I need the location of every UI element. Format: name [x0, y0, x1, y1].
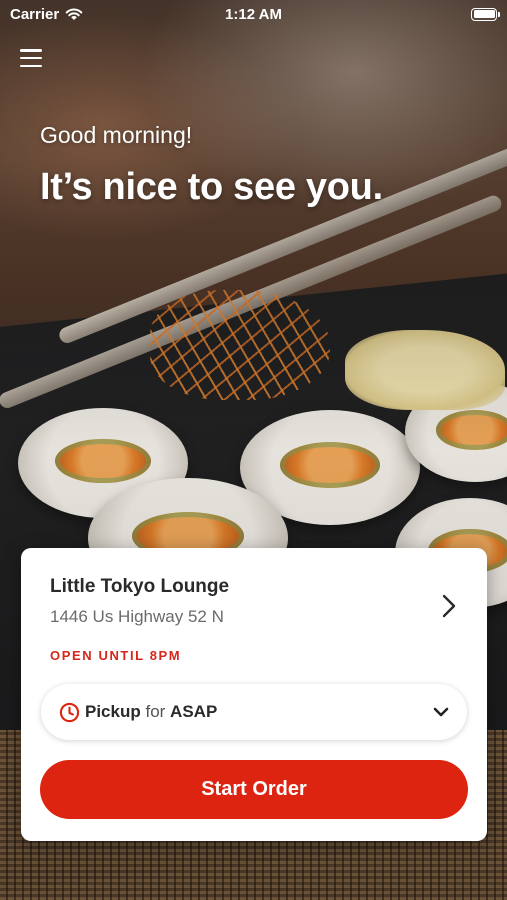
- order-mode-selector[interactable]: Pickup for ASAP: [41, 684, 467, 740]
- chevron-right-icon: [442, 594, 456, 618]
- battery-level: [473, 10, 495, 18]
- order-mode-time: ASAP: [170, 702, 218, 721]
- menu-line: [20, 64, 42, 67]
- menu-line: [20, 49, 42, 52]
- store-card: Little Tokyo Lounge 1446 Us Highway 52 N…: [21, 548, 487, 841]
- clock-icon: [59, 702, 80, 722]
- welcome-headline: It’s nice to see you.: [40, 166, 383, 208]
- order-mode-connector: for: [145, 702, 171, 721]
- store-name: Little Tokyo Lounge: [50, 576, 230, 597]
- app-screen: Carrier 1:12 AM Good morning! It’s nice …: [0, 0, 507, 900]
- order-mode-type: Pickup: [85, 702, 141, 721]
- status-left: Carrier: [10, 6, 170, 23]
- chevron-down-icon: [433, 707, 449, 717]
- store-address: 1446 Us Highway 52 N: [50, 607, 224, 626]
- wifi-icon: [65, 8, 83, 20]
- store-info-row[interactable]: Little Tokyo Lounge 1446 Us Highway 52 N: [50, 576, 467, 627]
- order-mode-text: Pickup for ASAP: [85, 702, 433, 722]
- menu-line: [20, 56, 42, 60]
- hamburger-menu-icon[interactable]: [20, 48, 42, 68]
- status-right: [337, 7, 500, 21]
- status-bar: Carrier 1:12 AM: [0, 0, 507, 28]
- carrier-label: Carrier: [10, 5, 60, 23]
- status-time: 1:12 AM: [225, 5, 282, 23]
- greeting-text: Good morning!: [40, 122, 193, 148]
- store-hours-status: OPEN UNTIL 8PM: [50, 648, 182, 663]
- start-order-button[interactable]: Start Order: [40, 760, 468, 819]
- battery-icon: [471, 7, 500, 21]
